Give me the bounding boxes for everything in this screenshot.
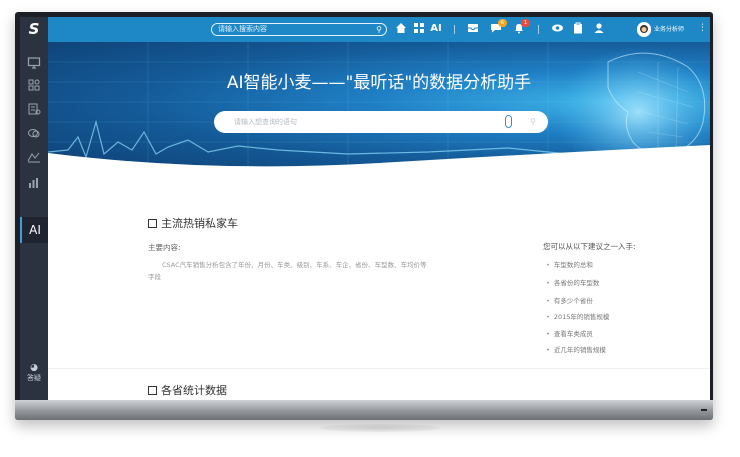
- hero-search-input[interactable]: 请输入想查询的语句 ⚲: [214, 111, 548, 133]
- stand-shadow: [320, 424, 440, 432]
- microphone-icon[interactable]: [505, 115, 512, 128]
- section-icon: [148, 219, 157, 228]
- chart-area-icon[interactable]: [27, 151, 41, 163]
- divider: [48, 368, 710, 369]
- suggestion-item[interactable]: 2015年的销售规模: [546, 311, 610, 321]
- grid-icon[interactable]: [412, 22, 426, 36]
- suggestion-item[interactable]: 有多少个省份: [546, 295, 593, 305]
- hero-banner: AI智能小麦——"最听话"的数据分析助手 请输入想查询的语句 ⚲: [48, 42, 710, 175]
- bell-badge: 1: [521, 19, 530, 27]
- headset-icon: ◕: [30, 363, 38, 373]
- top-search-placeholder: 请输入搜索内容: [218, 25, 267, 33]
- hero-wave: [48, 145, 710, 175]
- inbox-icon[interactable]: [466, 22, 480, 36]
- message-badge: 6: [498, 19, 507, 27]
- sidebar: S AI ◕ 答疑: [20, 17, 48, 400]
- hero-search-placeholder: 请输入想查询的语句: [234, 118, 297, 126]
- layers-icon[interactable]: [27, 127, 41, 139]
- help-button[interactable]: ◕ 答疑: [20, 363, 48, 383]
- section-title-text: 各省统计数据: [161, 384, 227, 397]
- separator: [454, 25, 455, 34]
- section-title-province-stats: 各省统计数据: [148, 382, 227, 398]
- main-content: 主流热销私家车 主要内容: CSAC汽车销售分析包含了年份、月份、车类、级别、车…: [48, 175, 710, 400]
- database-icon[interactable]: [27, 103, 41, 115]
- user-name[interactable]: 业务分析师: [654, 24, 684, 33]
- home-icon[interactable]: [394, 22, 408, 36]
- suggestion-item[interactable]: 各省份的车型数: [546, 277, 600, 287]
- avatar[interactable]: [637, 22, 651, 37]
- message-icon[interactable]: 6: [489, 19, 507, 36]
- eye-icon[interactable]: [550, 22, 564, 36]
- app-logo[interactable]: S: [20, 17, 48, 42]
- dataset-description: CSAC汽车销售分析包含了年份、月份、车类、级别、车系、车企、省份、车型数、车均…: [148, 261, 427, 281]
- bell-icon[interactable]: 1: [512, 19, 530, 36]
- search-icon[interactable]: ⚲: [376, 24, 382, 35]
- screen: S AI ◕ 答疑 请输入搜索内容 ⚲ AI 6 1 业务分析师 ⋮ AI智能小…: [20, 17, 710, 400]
- section-icon: [148, 386, 157, 395]
- main-content-label: 主要内容:: [148, 243, 181, 252]
- suggestion-item[interactable]: 近几年的销售规模: [546, 344, 606, 354]
- section-title-hot-cars: 主流热销私家车: [148, 215, 238, 231]
- clipboard-icon[interactable]: [571, 22, 585, 36]
- search-icon[interactable]: ⚲: [530, 111, 536, 133]
- monitor-icon[interactable]: [27, 57, 41, 69]
- top-search-input[interactable]: 请输入搜索内容 ⚲: [211, 23, 387, 36]
- suggestion-item[interactable]: 查看车类成员: [546, 328, 593, 338]
- top-bar: 请输入搜索内容 ⚲ AI 6 1 业务分析师 ⋮: [48, 17, 710, 42]
- hero-title: AI智能小麦——"最听话"的数据分析助手: [226, 73, 532, 93]
- monitor-bezel: [15, 400, 713, 420]
- sidebar-item-ai[interactable]: AI: [20, 217, 48, 243]
- section-title-text: 主流热销私家车: [161, 217, 238, 230]
- suggestion-item[interactable]: 车型数的总和: [546, 259, 593, 269]
- bar-chart-icon[interactable]: [27, 177, 41, 189]
- user-icon[interactable]: [592, 22, 606, 36]
- power-indicator: [701, 409, 707, 411]
- ai-button[interactable]: AI: [429, 22, 443, 36]
- more-icon[interactable]: ⋮: [698, 23, 707, 33]
- apps-icon[interactable]: [27, 79, 41, 91]
- separator: [538, 25, 539, 34]
- help-label: 答疑: [27, 374, 41, 382]
- suggestions-title: 您可以从以下建议之一入手:: [543, 242, 636, 251]
